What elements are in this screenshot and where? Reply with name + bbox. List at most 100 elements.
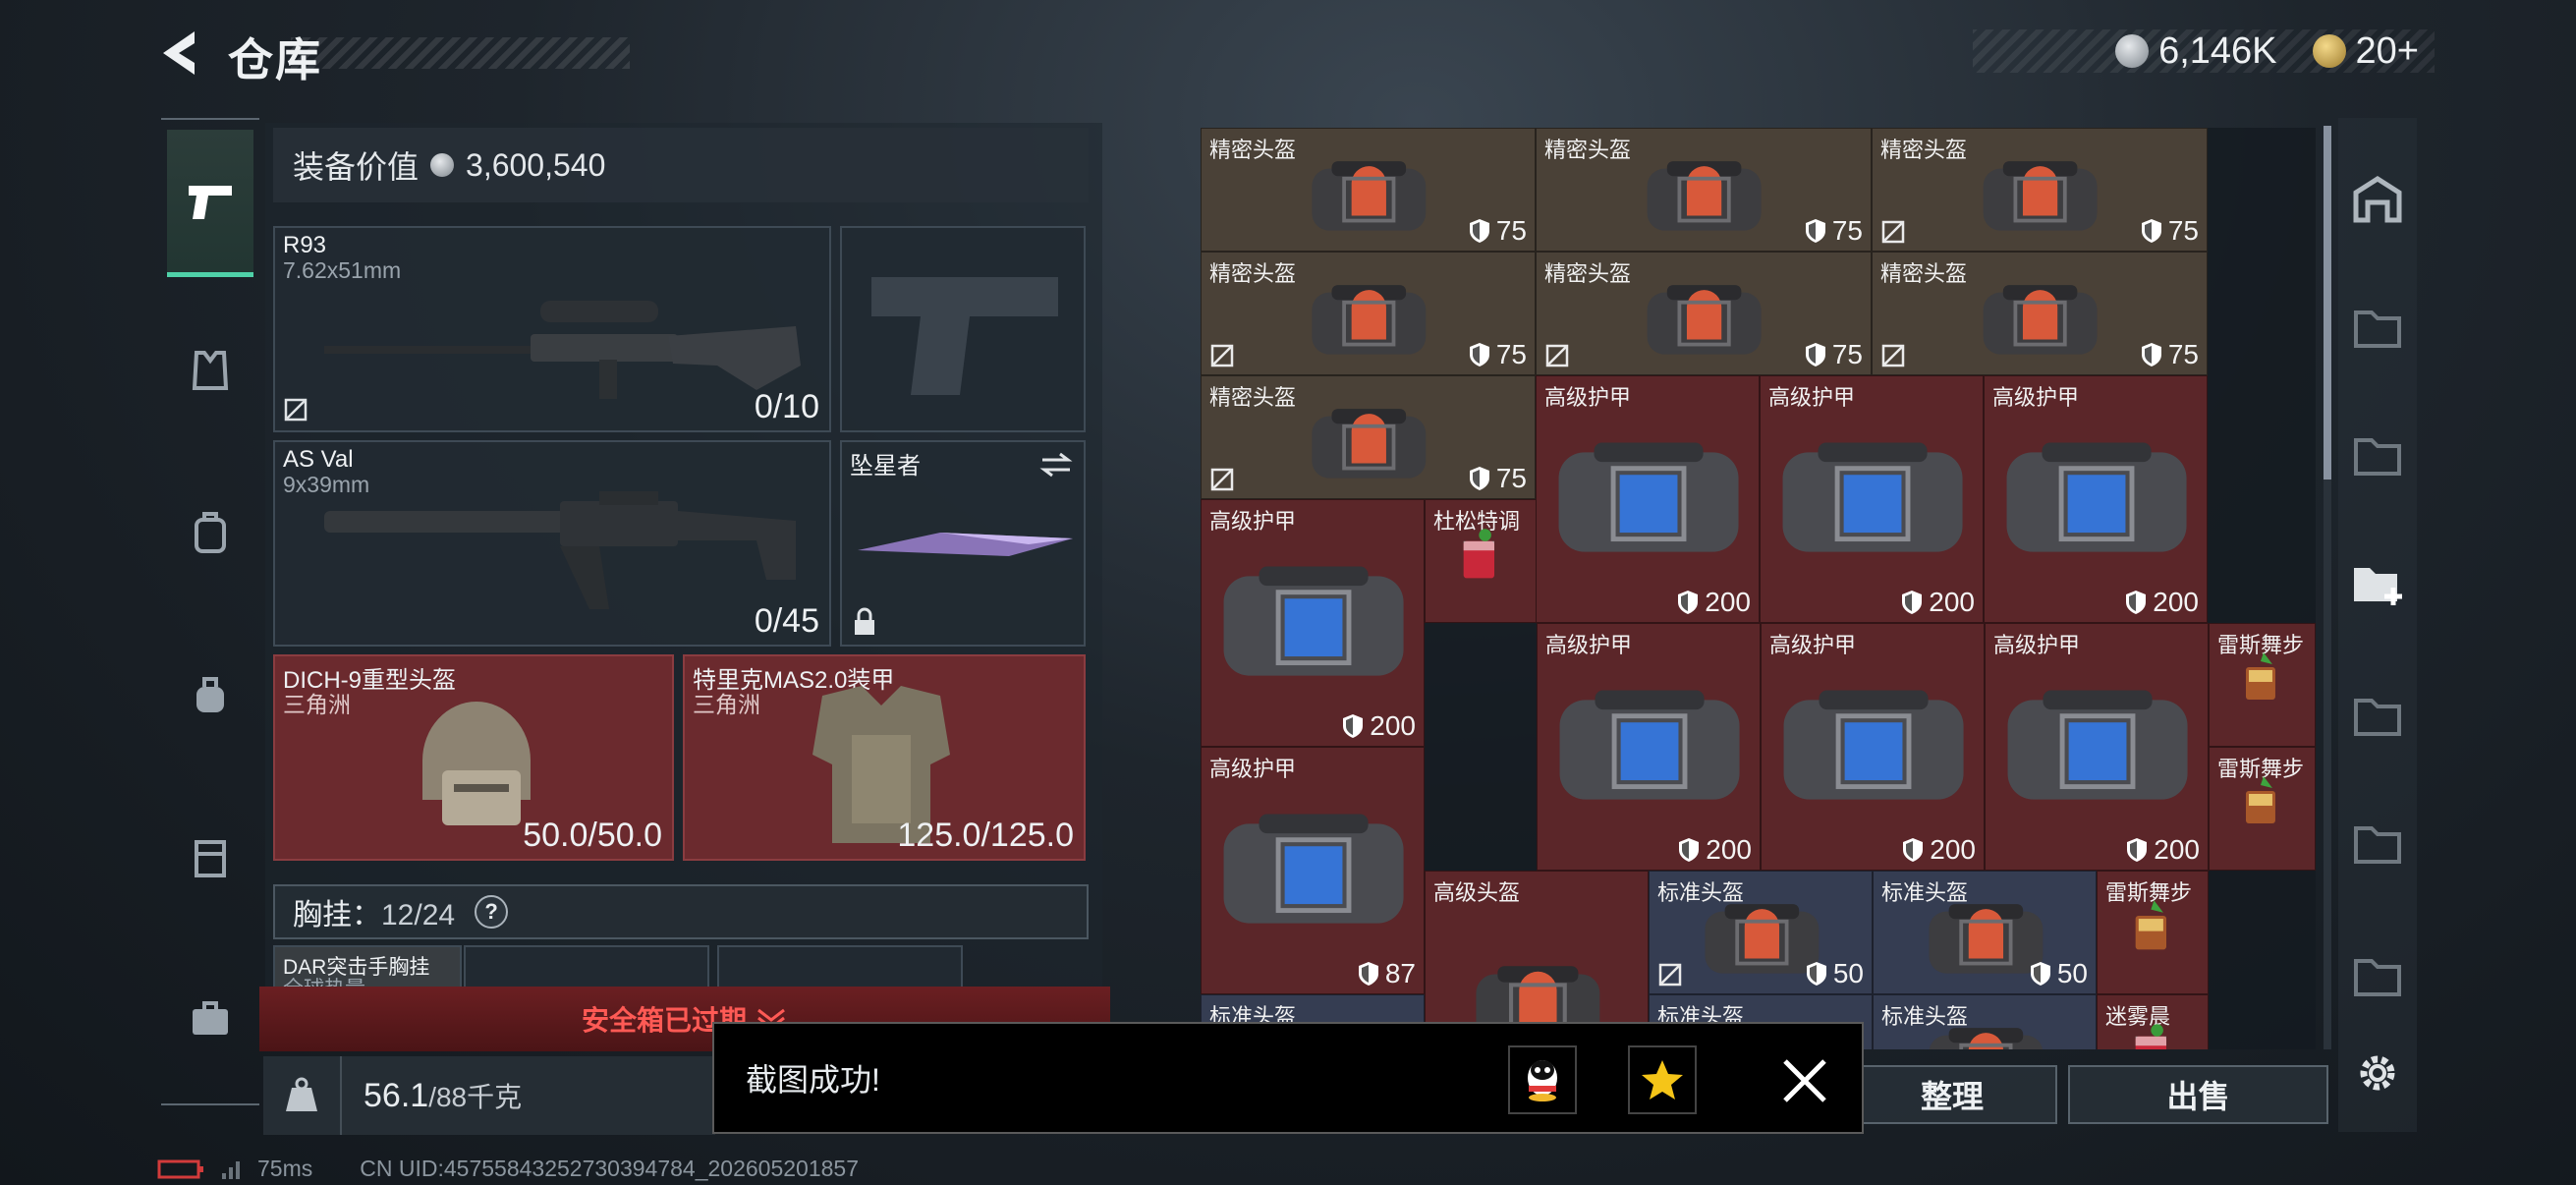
- knife-image: [858, 533, 1073, 556]
- pistol-slot[interactable]: [840, 226, 1086, 432]
- item-durability: 75: [2141, 339, 2199, 370]
- scrollbar-thumb[interactable]: [2324, 126, 2331, 480]
- item-name: 高级护甲: [1209, 757, 1297, 781]
- tab-storage-4[interactable]: [2346, 683, 2409, 746]
- inventory-item[interactable]: 标准头盔: [1873, 994, 2097, 1049]
- armor-bag-image: [1223, 814, 1404, 925]
- shield-icon: [2141, 219, 2161, 243]
- inventory-item[interactable]: 高级护甲 200: [1761, 623, 1985, 871]
- sell-button[interactable]: 出售: [2068, 1065, 2328, 1124]
- item-durability: 200: [1677, 587, 1751, 618]
- inventory-item[interactable]: 迷雾晨: [2097, 994, 2209, 1049]
- tab-storage-main[interactable]: [2346, 167, 2409, 230]
- inventory-item[interactable]: 杜松特调: [1425, 499, 1537, 623]
- settings-button[interactable]: [2346, 1042, 2409, 1104]
- close-icon: [1783, 1059, 1826, 1102]
- armor-slot[interactable]: 特里克MAS2.0装甲 三角洲 125.0/125.0: [683, 654, 1086, 861]
- shield-icon: [1343, 714, 1364, 738]
- melee-slot[interactable]: 坠星者: [840, 440, 1086, 647]
- shield-icon: [1679, 838, 1700, 862]
- no-sell-icon: [284, 398, 308, 422]
- swap-icon[interactable]: [1038, 450, 1074, 480]
- armor-bag-image: [1223, 566, 1404, 677]
- nav-container[interactable]: [167, 783, 253, 931]
- share-qzone-button[interactable]: [1628, 1045, 1697, 1114]
- cocktail-icon: [2245, 775, 2275, 823]
- user-uid: CN UID:4575584325273039478​4_20260520185…: [360, 1156, 859, 1181]
- inventory-item[interactable]: 高级护甲 200: [1201, 499, 1425, 747]
- item-durability: 200: [1902, 834, 1976, 866]
- nav-weapons[interactable]: [167, 130, 253, 277]
- inventory-item[interactable]: 高级护甲 200: [1536, 375, 1760, 623]
- item-durability: 200: [2126, 834, 2200, 866]
- inventory-item[interactable]: 高级护甲 87: [1201, 747, 1425, 994]
- inventory-item[interactable]: 标准头盔 50: [1873, 871, 2097, 994]
- shield-icon: [1805, 343, 1825, 367]
- armor-durability: 125.0/125.0: [897, 817, 1074, 854]
- shield-icon: [1358, 962, 1378, 986]
- no-sell-icon: [1210, 468, 1234, 491]
- chest-rig-label: 胸挂：12/24: [293, 899, 456, 931]
- share-qq-button[interactable]: [1508, 1045, 1577, 1114]
- sort-button[interactable]: 整理: [1847, 1065, 2057, 1124]
- inventory-item[interactable]: 雷斯舞步: [2209, 747, 2316, 871]
- weapon-ammo: 0/45: [754, 602, 819, 640]
- inventory-item[interactable]: 精密头盔 75: [1201, 128, 1536, 252]
- silver-currency-value: 6,146K: [2158, 29, 2277, 72]
- helmet-bag-image: [1929, 1027, 2043, 1049]
- weapon-name: R93: [283, 232, 327, 258]
- gear-icon: [2360, 1055, 2395, 1091]
- armor-bag-image: [1783, 690, 1964, 801]
- back-button[interactable]: [155, 28, 204, 79]
- inventory-item[interactable]: 精密头盔 75: [1872, 128, 2208, 252]
- gold-currency-value[interactable]: 20+: [2356, 30, 2419, 73]
- gold-coin-icon: [2312, 34, 2346, 68]
- title-decoration: [291, 37, 630, 69]
- item-durability: 75: [1805, 339, 1863, 370]
- inventory-item[interactable]: 高级护甲 200: [1985, 623, 2209, 871]
- briefcase-icon: [193, 1001, 228, 1035]
- tab-storage-3[interactable]: [2346, 423, 2409, 485]
- nav-bag[interactable]: [167, 621, 253, 768]
- shield-icon: [2141, 343, 2161, 367]
- inventory-item[interactable]: 高级护甲 200: [1984, 375, 2208, 623]
- helmet-bag-image: [1312, 160, 1427, 231]
- tab-storage-6[interactable]: [2346, 943, 2409, 1006]
- item-name: 高级护甲: [1993, 633, 2081, 657]
- cocktail-icon: [2245, 651, 2275, 700]
- inventory-item[interactable]: 雷斯舞步: [2209, 623, 2316, 747]
- inventory-item[interactable]: 高级护甲 200: [1537, 623, 1761, 871]
- tab-storage-2[interactable]: [2346, 295, 2409, 358]
- inventory-item[interactable]: 精密头盔 75: [1201, 252, 1536, 375]
- weapon-ammo: 0/10: [754, 388, 819, 425]
- item-name: 高级护甲: [1992, 385, 2080, 410]
- inventory-item[interactable]: 雷斯舞步: [2097, 871, 2209, 994]
- weight-icon: [263, 1056, 342, 1135]
- toast-close-button[interactable]: [1775, 1051, 1834, 1110]
- help-icon[interactable]: ?: [475, 895, 509, 929]
- folder-icon: [2354, 959, 2401, 996]
- nav-armor[interactable]: [167, 297, 253, 444]
- inventory-item[interactable]: 精密头盔 75: [1536, 128, 1872, 252]
- tab-add-storage[interactable]: [2346, 550, 2409, 613]
- tab-storage-5[interactable]: [2346, 811, 2409, 874]
- inventory-item[interactable]: 精密头盔 75: [1536, 252, 1872, 375]
- nav-backpack[interactable]: [167, 459, 253, 606]
- back-arrow-icon: [163, 31, 195, 75]
- helmet-bag-image: [1648, 284, 1762, 355]
- secondary-weapon-slot[interactable]: AS Val 9x39mm 0/45: [273, 440, 831, 647]
- item-durability: 50: [1806, 958, 1864, 989]
- inventory-item[interactable]: 精密头盔 75: [1201, 375, 1536, 499]
- shield-icon: [1678, 591, 1699, 614]
- equipment-value: 3,600,540: [466, 146, 606, 183]
- silver-coin-icon: [2115, 34, 2150, 68]
- inventory-item[interactable]: 标准头盔 50: [1649, 871, 1873, 994]
- container-icon: [195, 840, 226, 877]
- inventory-item[interactable]: 高级护甲 200: [1760, 375, 1984, 623]
- primary-weapon-slot[interactable]: R93 7.62x51mm 0/10: [273, 226, 831, 432]
- nav-briefcase[interactable]: [167, 945, 253, 1093]
- chest-rig-row[interactable]: 胸挂：12/24 ?: [273, 884, 1089, 939]
- inventory-item[interactable]: 精密头盔 75: [1872, 252, 2208, 375]
- helmet-slot[interactable]: DICH-9重型头盔 三角洲 50.0/50.0: [273, 654, 674, 861]
- item-durability: 200: [2125, 587, 2199, 618]
